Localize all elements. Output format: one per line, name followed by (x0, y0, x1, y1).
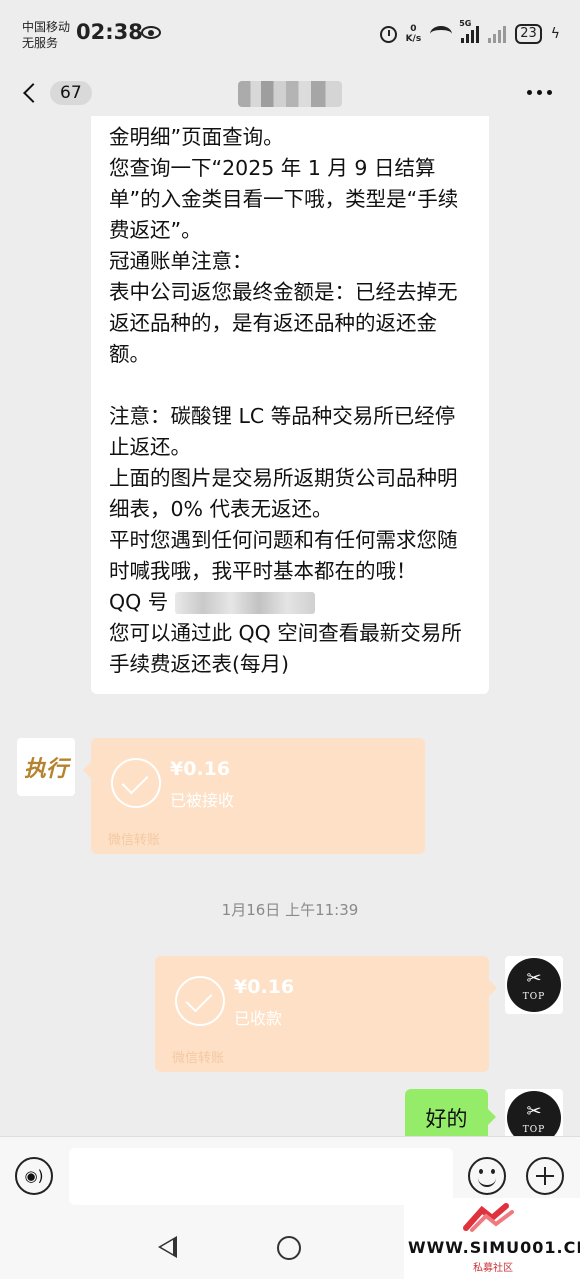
charging-icon: ϟ (550, 26, 560, 42)
status-bar: 中国移动 无服务 02:38 0 K/s 5G 23 ϟ (0, 0, 580, 70)
eye-icon (141, 26, 161, 39)
net-speed: 0 K/s (406, 24, 422, 44)
message-line: 注意：碳酸锂 LC 等品种交易所已经停止返还。 (109, 404, 456, 459)
carrier-info: 中国移动 无服务 (22, 19, 70, 51)
transfer-card-collected[interactable]: ¥0.16 已收款 微信转账 (155, 956, 497, 1072)
transfer-card-received[interactable]: ¥0.16 已被接收 微信转账 (83, 738, 425, 854)
message-line: 表中公司返您最终金额是：已经去掉无返还品种的，是有返还品种的返还金额。 (109, 280, 458, 366)
message-line: 您可以通过此 QQ 空间查看最新交易所手续费返还表(每月) (109, 621, 462, 676)
wifi-icon (430, 26, 453, 42)
scissors-icon: ✂ (526, 1101, 542, 1122)
nav-home-button[interactable] (277, 1236, 301, 1260)
message-line: 金明细”页面查询。 (109, 125, 284, 149)
transfer-footer: 微信转账 (108, 833, 161, 848)
watermark-subtitle: 私募社区 (473, 1263, 513, 1274)
watermark-url: WWW.SIMU001.CN (408, 1238, 580, 1257)
message-line: 上面的图片是交易所返期货公司品种明细表，0% 代表无返还。 (109, 466, 458, 521)
transfer-amount: ¥0.16 (170, 758, 231, 780)
avatar-label: TOP (522, 1125, 546, 1135)
qq-label: QQ 号 (109, 590, 169, 614)
avatar[interactable]: ✂ TOP (505, 956, 563, 1014)
check-circle-icon (111, 758, 161, 808)
unread-badge: 67 (50, 81, 92, 105)
message-line: 您查询一下“2025 年 1 月 9 日结算单”的入金类目看一下哦，类型是“手续… (109, 156, 459, 242)
check-circle-icon (175, 976, 225, 1026)
watermark-logo (463, 1203, 514, 1232)
back-button[interactable]: 67 (22, 79, 94, 107)
voice-icon: ◉) (24, 1167, 44, 1185)
battery-indicator: 23 (515, 24, 542, 44)
carrier-service: 无服务 (22, 36, 59, 50)
carrier-name: 中国移动 (22, 20, 71, 34)
message-line-blank (109, 370, 473, 401)
chat-header: 67 (0, 70, 580, 116)
watermark: WWW.SIMU001.CN 私募社区 (404, 1198, 580, 1279)
message-bubble-outgoing[interactable]: 好的 (405, 1089, 496, 1136)
emoji-button[interactable] (468, 1157, 506, 1195)
avatar[interactable]: ✂ TOP (505, 1089, 563, 1136)
clock: 02:38 (76, 20, 143, 44)
signal-secondary-icon (488, 25, 507, 43)
avatar-label: TOP (522, 992, 546, 1002)
message-input[interactable] (69, 1148, 453, 1205)
transfer-amount: ¥0.16 (234, 976, 295, 998)
message-timestamp: 1月16日 上午11:39 (221, 901, 359, 919)
signal-label: 5G (459, 19, 472, 28)
net-speed-unit: K/s (405, 34, 422, 44)
alarm-icon (379, 25, 397, 43)
chevron-left-icon (23, 83, 43, 103)
message-list[interactable]: 金明细”页面查询。 您查询一下“2025 年 1 月 9 日结算单”的入金类目看… (0, 116, 580, 1136)
avatar[interactable]: 执行 (17, 738, 75, 796)
more-actions-button[interactable] (526, 1157, 564, 1195)
transfer-status: 已收款 (234, 1009, 283, 1028)
message-line: 冠通账单注意： (109, 249, 253, 273)
message-line-qq: QQ 号 (109, 587, 473, 618)
qq-number-redacted (174, 592, 315, 614)
chat-title-redacted (238, 81, 342, 107)
status-icons: 0 K/s 5G 23 ϟ (379, 19, 560, 48)
scissors-icon: ✂ (526, 968, 542, 989)
transfer-status: 已被接收 (170, 791, 235, 810)
transfer-footer: 微信转账 (172, 1051, 225, 1066)
voice-input-button[interactable]: ◉) (15, 1157, 53, 1195)
message-bubble-incoming[interactable]: 金明细”页面查询。 您查询一下“2025 年 1 月 9 日结算单”的入金类目看… (91, 116, 489, 694)
nav-back-button[interactable] (158, 1236, 177, 1258)
message-line: 平时您遇到任何问题和有任何需求您随时喊我哦，我平时基本都在的哦！ (109, 528, 458, 583)
signal-icon: 5G (459, 19, 480, 43)
net-speed-value: 0 (410, 24, 417, 34)
more-options-button[interactable] (527, 90, 552, 95)
